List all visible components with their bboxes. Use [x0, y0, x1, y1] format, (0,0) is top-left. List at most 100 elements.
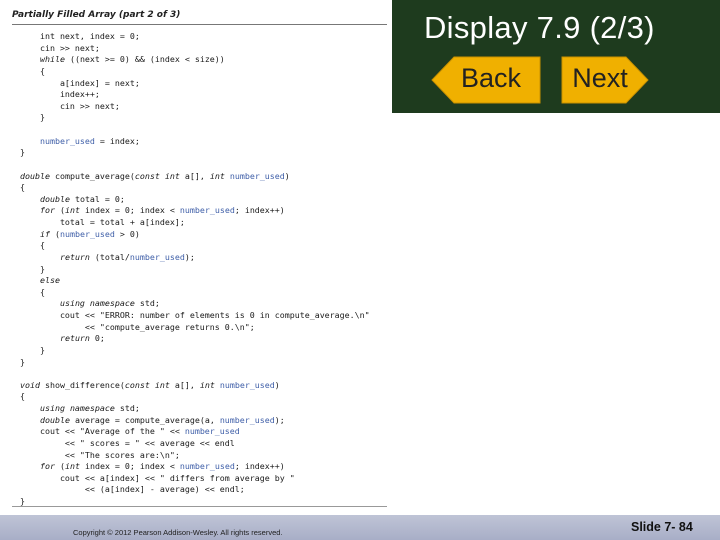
code-identifier: number_used: [229, 170, 285, 181]
code-line: << (a[index] - average) << endl;: [0, 484, 392, 496]
code-listing: int next, index = 0; cin >> next; while …: [0, 31, 392, 508]
code-text: std;: [114, 403, 140, 413]
code-line: double average = compute_average(a, numb…: [0, 415, 392, 427]
back-button-label: Back: [460, 63, 522, 93]
code-text: {: [0, 240, 45, 251]
code-identifier: number_used: [179, 461, 235, 472]
code-keyword: double: [39, 193, 70, 204]
code-title: Partially Filled Array (part 2 of 3): [12, 10, 181, 20]
next-button[interactable]: Next: [560, 55, 650, 105]
code-line: void show_difference(const int a[], int …: [0, 380, 392, 392]
code-line: double total = 0;: [0, 194, 392, 206]
code-text: cin >> next;: [0, 100, 120, 111]
code-line: {: [0, 182, 392, 194]
code-line: }: [0, 112, 392, 124]
code-keyword: double: [19, 170, 50, 181]
code-line: cin >> next;: [0, 101, 392, 113]
code-text: total = total + a[index];: [0, 217, 185, 227]
code-text: {: [0, 182, 25, 193]
code-text: << " scores = " << average << endl: [0, 437, 235, 448]
code-text: cout << "ERROR: number of elements is 0 …: [0, 310, 370, 320]
code-text: = index;: [94, 135, 140, 146]
next-button-label: Next: [572, 63, 628, 93]
code-text: a[],: [169, 379, 200, 390]
code-line: {: [0, 66, 392, 78]
code-keyword: int: [209, 170, 225, 181]
code-line: << "The scores are:\n";: [0, 450, 392, 462]
code-keyword: for: [39, 205, 55, 216]
code-text: {: [0, 65, 45, 76]
code-identifier: number_used: [39, 135, 95, 146]
code-text: }: [0, 147, 25, 158]
code-line: return 0;: [0, 333, 392, 345]
code-line: return (total/number_used);: [0, 252, 392, 264]
code-keyword: while: [39, 54, 65, 65]
slide-number: Slide 7- 84: [631, 520, 693, 534]
code-text: ): [284, 170, 290, 181]
code-text: );: [274, 414, 285, 425]
code-keyword: return: [59, 251, 90, 262]
code-text: {: [0, 286, 45, 297]
code-text: std;: [134, 298, 160, 309]
code-line: {: [0, 391, 392, 403]
code-text: total = 0;: [69, 193, 125, 204]
code-line: cin >> next;: [0, 43, 392, 55]
code-keyword: using namespace: [39, 403, 115, 413]
code-keyword: void: [19, 379, 40, 390]
code-line: }: [0, 345, 392, 357]
code-text: }: [0, 263, 45, 274]
code-text: index = 0; index <: [79, 205, 180, 216]
code-text: (: [54, 205, 65, 216]
code-line: index++;: [0, 89, 392, 101]
code-text: cin >> next;: [0, 42, 100, 53]
code-keyword: int: [64, 205, 80, 216]
code-line: int next, index = 0;: [0, 31, 392, 43]
code-panel: Partially Filled Array (part 2 of 3) int…: [0, 0, 392, 515]
code-line: using namespace std;: [0, 298, 392, 310]
code-line: number_used = index;: [0, 136, 392, 148]
code-text: 0;: [89, 333, 105, 344]
code-line: {: [0, 240, 392, 252]
code-identifier: number_used: [219, 414, 275, 425]
code-text: int next, index = 0;: [0, 31, 140, 41]
back-button[interactable]: Back: [430, 55, 542, 105]
code-keyword: for: [39, 461, 55, 472]
code-identifier: number_used: [219, 379, 275, 390]
code-keyword: using namespace: [59, 298, 135, 309]
code-text: << (a[index] - average) << endl;: [0, 484, 245, 495]
code-text: average = compute_average(a,: [69, 414, 220, 425]
code-text: a[index] = next;: [0, 77, 140, 88]
code-text: a[],: [179, 170, 210, 181]
code-text: cout << a[index] << " differs from avera…: [0, 472, 295, 483]
code-keyword: int: [199, 379, 215, 390]
code-text: << "compute_average returns 0.\n";: [0, 321, 255, 332]
code-text: ; index++): [234, 461, 285, 472]
code-identifier: number_used: [179, 205, 235, 216]
code-text: {: [0, 391, 25, 402]
code-keyword: int: [64, 461, 80, 472]
code-line: << " scores = " << average << endl: [0, 438, 392, 450]
code-keyword: else: [39, 275, 60, 286]
code-line: while ((next >= 0) && (index < size)): [0, 54, 392, 66]
code-line: }: [0, 264, 392, 276]
code-line: for (int index = 0; index < number_used;…: [0, 205, 392, 217]
code-text: > 0): [114, 228, 140, 239]
code-text: cout << "Average of the " <<: [0, 426, 185, 437]
code-line: for (int index = 0; index < number_used;…: [0, 461, 392, 473]
code-line: }: [0, 357, 392, 369]
code-text: (: [54, 461, 65, 472]
code-line: cout << "Average of the " << number_used: [0, 426, 392, 438]
code-text: ; index++): [234, 205, 285, 216]
